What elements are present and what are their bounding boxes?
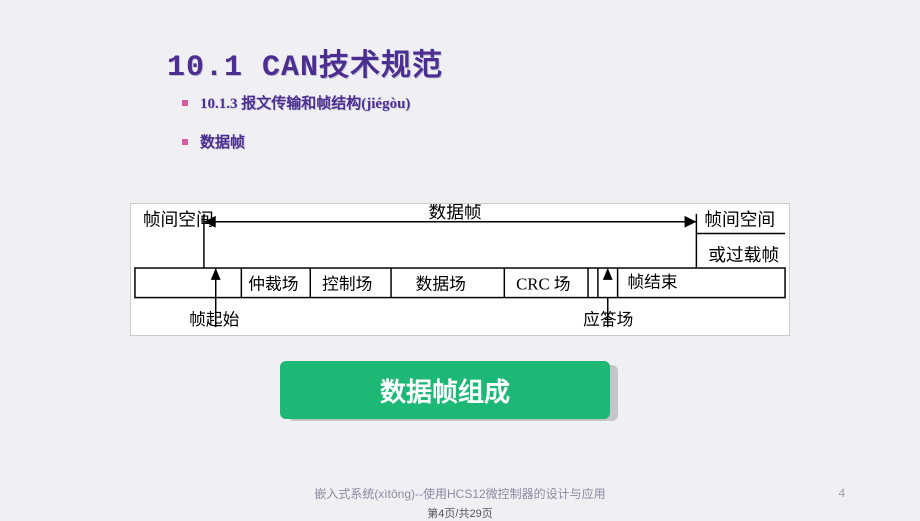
label-ack: 应答场 bbox=[583, 310, 633, 329]
frame-diagram: 帧间空间 数据帧 帧间空间 或过载帧 bbox=[130, 203, 790, 336]
bullet-text: 10.1.3 报文传输和帧结构(jiégòu) bbox=[200, 92, 410, 113]
bullet-marker-icon bbox=[182, 100, 188, 106]
label-control: 控制场 bbox=[322, 275, 372, 294]
label-data: 数据场 bbox=[416, 275, 466, 294]
slide-title: 10.1 CAN技术规范 bbox=[167, 40, 443, 85]
bullet-text: 数据帧 bbox=[200, 131, 245, 152]
bullet-marker-icon bbox=[182, 139, 188, 145]
slide: 10.1 CAN技术规范 10.1.3 报文传输和帧结构(jiégòu) 数据帧… bbox=[0, 0, 920, 518]
page-number: 4 bbox=[839, 485, 846, 501]
label-interframe-left: 帧间空间 bbox=[143, 210, 214, 230]
bullet-item: 数据帧 bbox=[182, 131, 410, 152]
label-interframe-right: 帧间空间 bbox=[704, 210, 775, 230]
label-overload: 或过载帧 bbox=[708, 245, 779, 265]
label-end: 帧结束 bbox=[627, 273, 677, 292]
label-start: 帧起始 bbox=[189, 310, 239, 329]
highlight-text: 数据帧组成 bbox=[380, 372, 510, 409]
label-dataframe: 数据帧 bbox=[428, 204, 481, 222]
footer-text: 嵌入式系统(xìtǒng)--使用HCS12微控制器的设计与应用 bbox=[0, 485, 920, 502]
bullet-item: 10.1.3 报文传输和帧结构(jiégòu) bbox=[182, 92, 410, 113]
diagram-svg: 帧间空间 数据帧 帧间空间 或过载帧 bbox=[131, 204, 789, 335]
label-crc: CRC 场 bbox=[516, 275, 570, 294]
bullet-list: 10.1.3 报文传输和帧结构(jiégòu) 数据帧 bbox=[182, 92, 410, 170]
page-indicator: 第4页/共29页 bbox=[0, 505, 920, 521]
label-arbitration: 仲裁场 bbox=[248, 275, 298, 294]
highlight-box: 数据帧组成 bbox=[280, 361, 610, 419]
